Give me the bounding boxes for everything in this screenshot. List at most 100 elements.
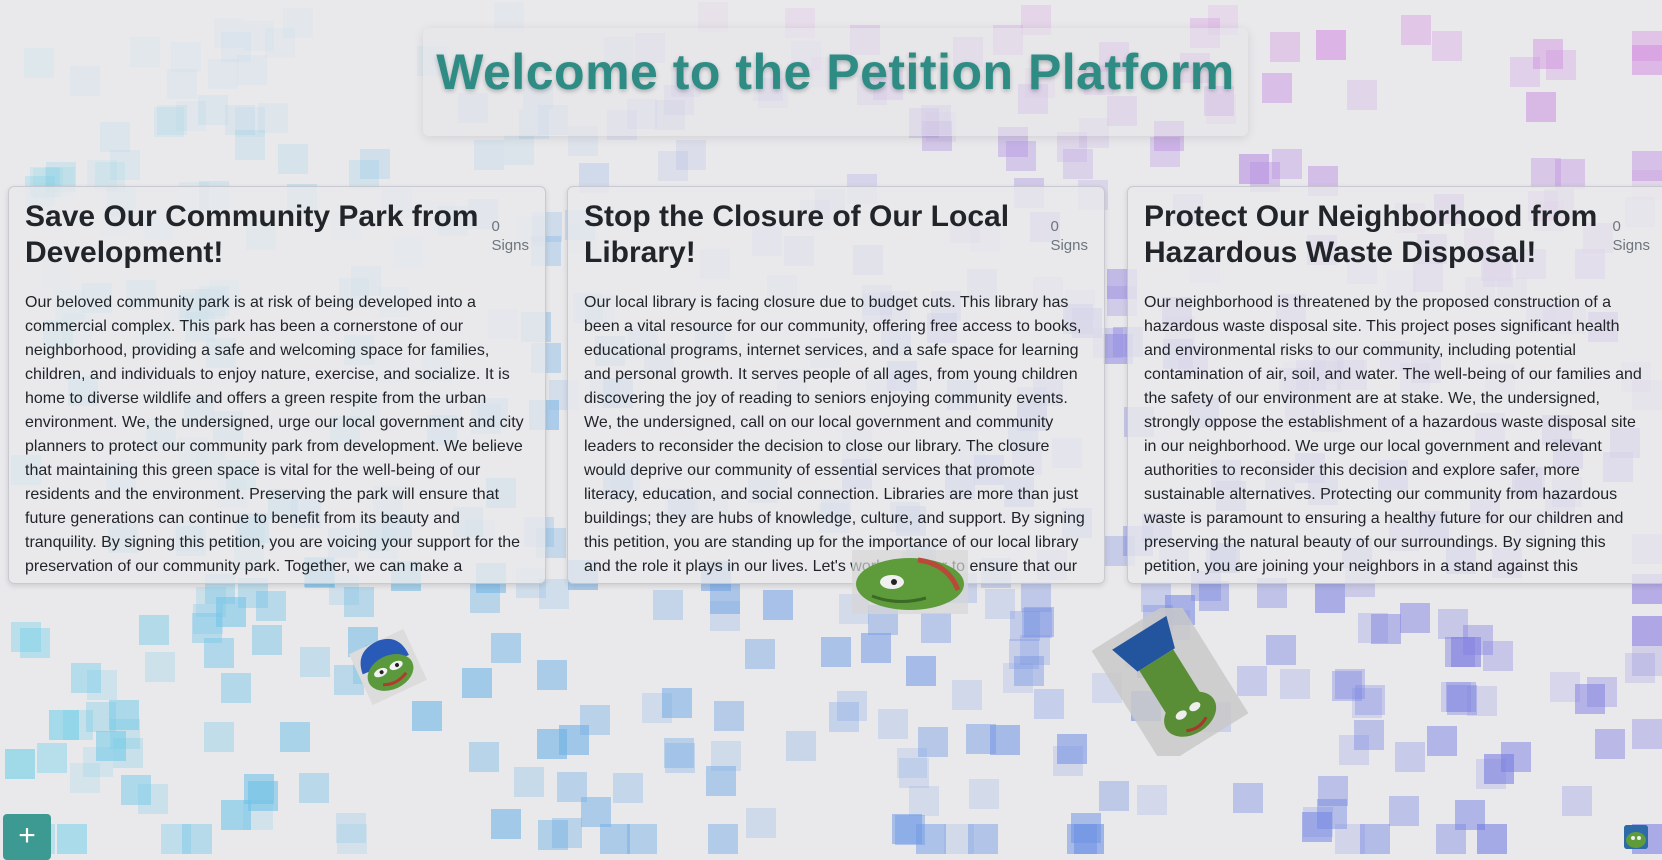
bg-square bbox=[280, 722, 311, 753]
bg-square bbox=[100, 122, 131, 153]
bg-square bbox=[968, 779, 999, 810]
bg-square bbox=[1632, 719, 1662, 750]
bg-square bbox=[1280, 668, 1311, 699]
bg-square bbox=[1426, 725, 1457, 756]
sign-counter: 0 Signs bbox=[491, 217, 529, 255]
bg-square bbox=[167, 68, 198, 99]
bg-square bbox=[539, 578, 570, 609]
bg-square bbox=[1476, 824, 1507, 854]
bg-square bbox=[1021, 581, 1052, 612]
bg-square bbox=[861, 632, 892, 663]
bg-square bbox=[120, 775, 151, 806]
bg-square bbox=[221, 672, 252, 703]
user-avatar[interactable] bbox=[1624, 825, 1648, 849]
bg-square bbox=[1314, 583, 1345, 614]
bg-square bbox=[215, 596, 246, 627]
bg-square bbox=[1587, 677, 1618, 708]
bg-square bbox=[264, 28, 295, 59]
bg-square bbox=[208, 59, 239, 90]
bg-square bbox=[1006, 140, 1037, 171]
bg-square bbox=[1338, 735, 1369, 765]
bg-square bbox=[1066, 824, 1097, 854]
bg-square bbox=[461, 667, 492, 698]
bg-square bbox=[252, 625, 283, 656]
bg-square bbox=[1266, 634, 1297, 665]
petition-card[interactable]: Protect Our Neighborhood from Hazardous … bbox=[1127, 186, 1662, 584]
bg-square bbox=[1510, 56, 1541, 87]
bg-square bbox=[171, 41, 202, 72]
bg-square bbox=[1316, 29, 1347, 60]
bg-square bbox=[746, 808, 777, 839]
bg-square bbox=[557, 771, 588, 802]
bg-square bbox=[641, 692, 672, 723]
bg-square bbox=[713, 701, 744, 732]
bg-square bbox=[182, 824, 213, 854]
bg-square bbox=[63, 710, 94, 741]
bg-square bbox=[491, 809, 522, 840]
bg-square bbox=[1034, 688, 1065, 719]
bg-square bbox=[1136, 785, 1167, 816]
bg-square bbox=[96, 730, 127, 761]
bg-square bbox=[513, 766, 544, 797]
bg-square bbox=[56, 824, 87, 854]
bg-square bbox=[129, 36, 160, 67]
bg-square bbox=[1595, 729, 1626, 760]
bg-square bbox=[952, 680, 983, 711]
petition-title[interactable]: Protect Our Neighborhood from Hazardous … bbox=[1144, 199, 1600, 271]
petition-title[interactable]: Stop the Closure of Our Local Library! bbox=[584, 199, 1038, 271]
bg-square bbox=[298, 772, 329, 803]
bg-square bbox=[1525, 92, 1556, 123]
bg-square bbox=[1057, 132, 1088, 163]
bg-square bbox=[652, 589, 683, 620]
bg-square bbox=[1400, 602, 1431, 633]
bg-square bbox=[917, 726, 948, 757]
page-title: Welcome to the Petition Platform bbox=[436, 44, 1235, 100]
bg-square bbox=[1431, 30, 1462, 61]
bg-square bbox=[708, 824, 739, 854]
bg-square bbox=[258, 102, 289, 133]
bg-square bbox=[552, 818, 583, 849]
bg-square bbox=[1335, 669, 1366, 700]
bg-square bbox=[899, 758, 930, 789]
bg-square bbox=[905, 656, 936, 687]
bg-square bbox=[1317, 776, 1348, 807]
bg-square bbox=[1347, 80, 1378, 111]
bg-square bbox=[204, 721, 235, 752]
bg-square bbox=[220, 32, 251, 63]
bg-square bbox=[1013, 656, 1044, 687]
bg-square bbox=[1400, 15, 1431, 46]
bg-square bbox=[706, 765, 737, 796]
bg-square bbox=[23, 48, 54, 79]
bg-square bbox=[1388, 796, 1419, 827]
bg-square bbox=[176, 100, 207, 131]
add-petition-button[interactable]: + bbox=[3, 814, 51, 860]
bg-square bbox=[360, 148, 391, 179]
bg-square bbox=[657, 150, 688, 181]
sign-label: Signs bbox=[491, 237, 529, 254]
bg-square bbox=[469, 741, 500, 772]
bg-square bbox=[1358, 613, 1388, 644]
bg-square bbox=[837, 691, 867, 722]
petition-title[interactable]: Save Our Community Park from Development… bbox=[25, 199, 479, 271]
bg-square bbox=[1261, 72, 1292, 103]
sign-count: 0 bbox=[491, 218, 500, 235]
bg-square bbox=[1561, 786, 1592, 817]
bg-square bbox=[11, 622, 42, 653]
bg-square bbox=[242, 800, 273, 831]
petition-card[interactable]: Save Our Community Park from Development… bbox=[8, 186, 546, 584]
sign-label: Signs bbox=[1612, 237, 1650, 254]
sign-label: Signs bbox=[1050, 237, 1088, 254]
bg-square bbox=[820, 636, 851, 667]
bg-square bbox=[491, 632, 522, 663]
pepe-sticker bbox=[852, 550, 968, 614]
bg-square bbox=[1632, 615, 1662, 646]
bg-square bbox=[1302, 811, 1333, 842]
petition-card[interactable]: Stop the Closure of Our Local Library! 0… bbox=[567, 186, 1105, 584]
sign-count: 0 bbox=[1050, 218, 1059, 235]
bg-square bbox=[4, 748, 35, 779]
bg-square bbox=[1270, 32, 1301, 63]
bg-square bbox=[37, 743, 68, 774]
bg-square bbox=[1631, 30, 1662, 61]
sign-count: 0 bbox=[1612, 218, 1621, 235]
bg-square bbox=[1462, 625, 1493, 656]
